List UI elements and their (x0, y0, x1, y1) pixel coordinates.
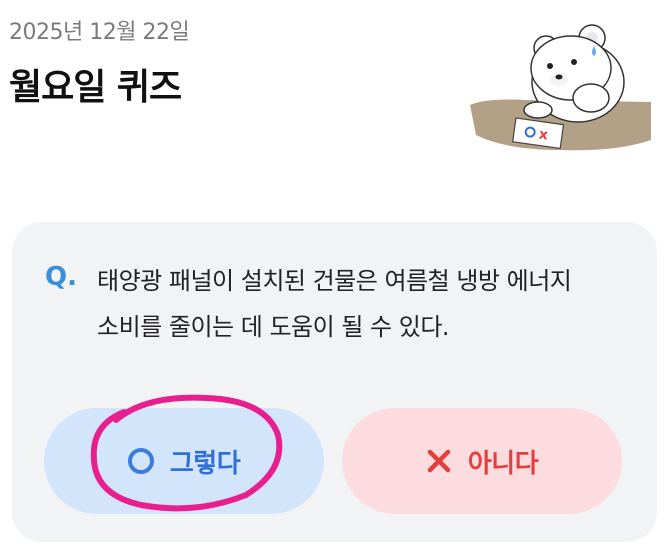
o-circle-icon (127, 448, 154, 474)
quiz-date: 2025년 12월 22일 (9, 20, 190, 45)
answer-no-button[interactable]: 아니다 (342, 408, 622, 514)
question-line-1: 태양광 패널이 설치된 건물은 여름철 냉방 에너지 (97, 267, 572, 295)
answer-no-label: 아니다 (467, 448, 539, 479)
answer-yes-label: 그렇다 (169, 448, 241, 479)
question-text: 태양광 패널이 설치된 건물은 여름철 냉방 에너지 소비를 줄이는 데 도움이… (97, 258, 637, 350)
x-icon (427, 449, 451, 473)
polar-bear-mascot-icon: x (470, 24, 651, 151)
page-title: 월요일 퀴즈 (9, 67, 182, 108)
answer-yes-button[interactable]: 그렇다 (44, 408, 324, 514)
question-line-2: 소비를 줄이는 데 도움이 될 수 있다. (97, 313, 450, 341)
question-marker: Q. (45, 262, 77, 292)
